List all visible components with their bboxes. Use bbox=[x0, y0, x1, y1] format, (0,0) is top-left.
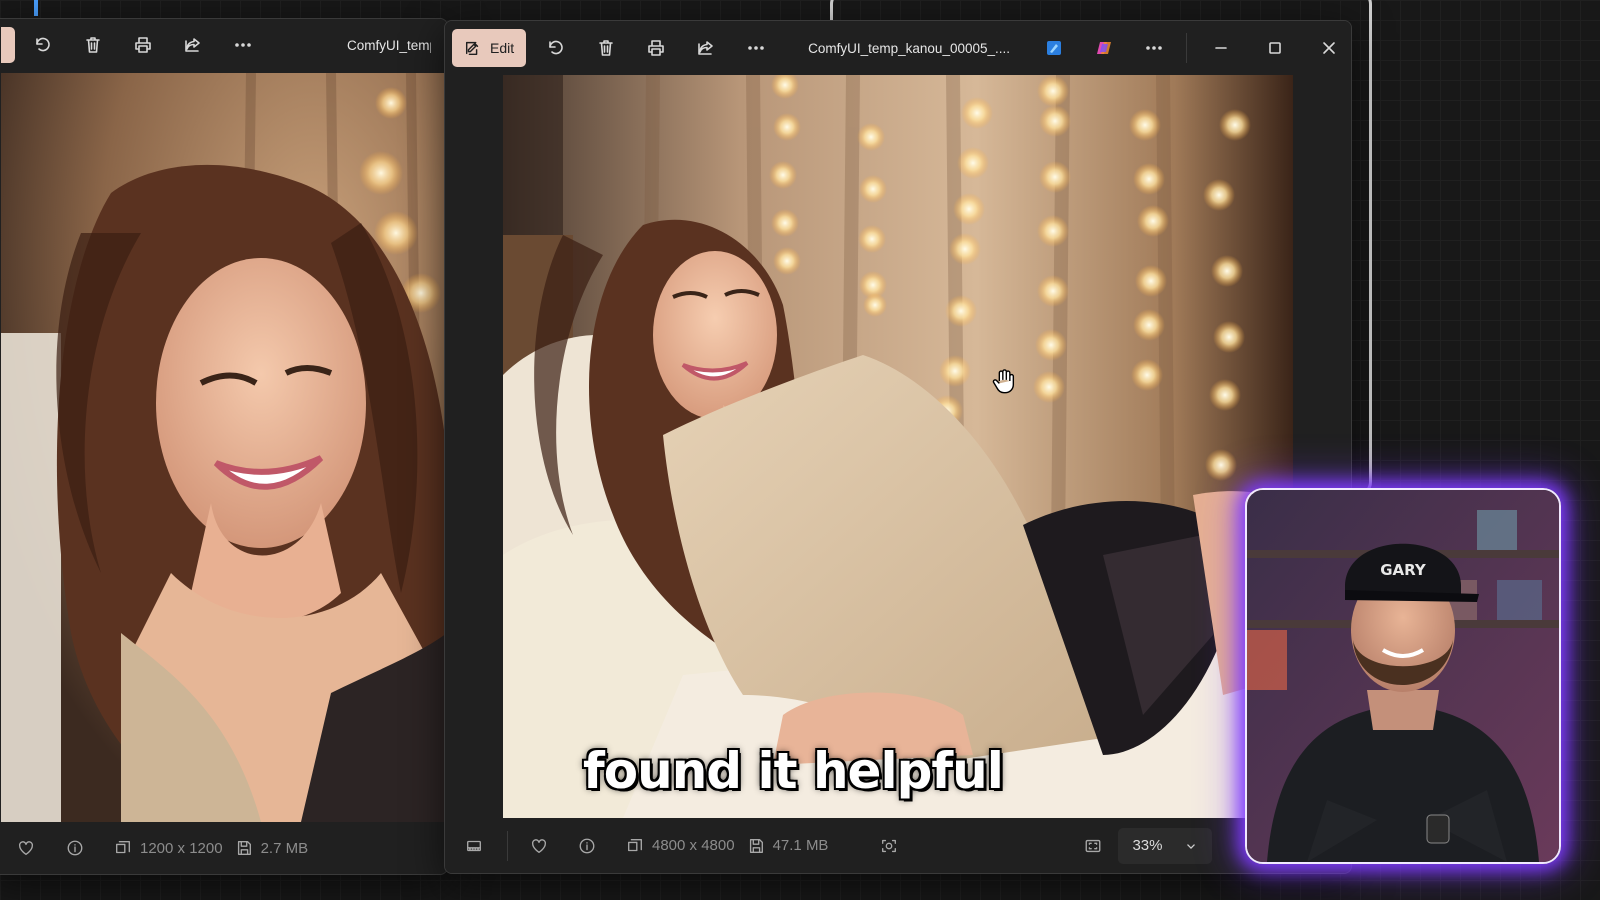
print-icon bbox=[135, 37, 151, 53]
disk-icon bbox=[745, 835, 767, 857]
cap-text: GARY bbox=[1380, 561, 1427, 579]
delete-button[interactable] bbox=[584, 30, 628, 66]
left-file-size: 2.7 MB bbox=[260, 839, 309, 857]
main-statusbar: 4800 x 4800 47.1 MB 33% bbox=[445, 818, 1351, 873]
main-file-size: 47.1 MB bbox=[772, 837, 829, 854]
image-size-icon bbox=[112, 837, 134, 859]
main-toolbar: Edit ComfyUI_temp_kanou_00005_.... bbox=[445, 21, 1351, 75]
info-icon bbox=[67, 840, 83, 856]
maximize-icon bbox=[1269, 42, 1281, 54]
disk-icon bbox=[233, 837, 255, 859]
rotate-button[interactable] bbox=[21, 27, 65, 63]
left-toolbar: ComfyUI_temp bbox=[0, 19, 447, 71]
fit-screen-button[interactable] bbox=[1082, 835, 1104, 857]
filmstrip-icon bbox=[467, 840, 481, 851]
share-button[interactable] bbox=[684, 30, 728, 66]
chevron-down-icon bbox=[1187, 843, 1196, 849]
trash-icon bbox=[86, 37, 100, 53]
toolbar-divider bbox=[1186, 33, 1187, 63]
info-icon bbox=[579, 838, 595, 853]
left-dimensions: 1200 x 1200 bbox=[140, 839, 223, 857]
face-scan-icon bbox=[882, 839, 897, 852]
left-statusbar: 1200 x 1200 2.7 MB bbox=[0, 822, 447, 874]
more-button[interactable] bbox=[734, 30, 778, 66]
webcam-overlay: GARY bbox=[1245, 488, 1561, 864]
more-options-button[interactable] bbox=[1132, 30, 1176, 66]
portrait-photo-reclining bbox=[503, 75, 1293, 818]
left-photo-window: ComfyUI_temp 1200 x 1200 2.7 MB bbox=[0, 18, 448, 875]
zoom-dropdown[interactable]: 33% bbox=[1118, 827, 1213, 864]
zoom-value: 33% bbox=[1132, 837, 1163, 854]
edit-label: Edit bbox=[490, 40, 515, 56]
favorite-button[interactable] bbox=[15, 837, 37, 859]
fit-screen-icon bbox=[1086, 839, 1101, 852]
minimize-button[interactable] bbox=[1199, 30, 1243, 66]
hand-cursor-icon bbox=[992, 369, 1015, 394]
trash-icon bbox=[599, 40, 613, 56]
rotate-button[interactable] bbox=[534, 30, 578, 66]
more-icon bbox=[235, 43, 251, 47]
close-button[interactable] bbox=[1307, 30, 1351, 66]
share-icon bbox=[185, 38, 200, 52]
share-button[interactable] bbox=[171, 27, 215, 63]
more-button[interactable] bbox=[221, 27, 265, 63]
heart-icon bbox=[532, 838, 546, 853]
filmstrip-button[interactable] bbox=[463, 835, 485, 857]
edit-button[interactable]: Edit bbox=[452, 29, 527, 67]
heart-icon bbox=[19, 841, 33, 855]
main-photo bbox=[503, 75, 1293, 818]
left-photo bbox=[1, 73, 447, 822]
info-button[interactable] bbox=[576, 835, 598, 857]
share-icon bbox=[698, 41, 713, 55]
more-icon bbox=[748, 46, 764, 50]
copilot-icon bbox=[1097, 42, 1112, 54]
close-icon bbox=[1323, 42, 1335, 54]
rotate-icon bbox=[36, 37, 50, 52]
main-dimensions: 4800 x 4800 bbox=[652, 837, 735, 854]
main-window-title: ComfyUI_temp_kanou_00005_.... bbox=[808, 40, 1010, 56]
minimize-icon bbox=[1215, 47, 1227, 49]
designer-button[interactable] bbox=[1032, 30, 1076, 66]
edit-icon bbox=[465, 41, 479, 56]
favorite-button[interactable] bbox=[528, 835, 550, 857]
video-caption: found it helpful bbox=[583, 742, 1004, 800]
copilot-button[interactable] bbox=[1082, 30, 1126, 66]
designer-icon bbox=[1047, 41, 1062, 55]
image-size-icon bbox=[624, 835, 646, 857]
presenter-webcam-feed: GARY bbox=[1247, 490, 1559, 862]
print-button[interactable] bbox=[634, 30, 678, 66]
face-scan-button[interactable] bbox=[878, 835, 900, 857]
rotate-icon bbox=[549, 40, 563, 55]
statusbar-divider bbox=[507, 830, 508, 861]
left-edit-button-partial[interactable] bbox=[1, 27, 15, 63]
delete-button[interactable] bbox=[71, 27, 115, 63]
portrait-photo-closeup bbox=[1, 73, 447, 822]
more-icon bbox=[1146, 46, 1162, 50]
print-icon bbox=[648, 40, 664, 56]
info-button[interactable] bbox=[64, 837, 86, 859]
left-window-title: ComfyUI_temp bbox=[347, 37, 431, 53]
maximize-button[interactable] bbox=[1253, 30, 1297, 66]
background-accent-line bbox=[34, 0, 38, 16]
print-button[interactable] bbox=[121, 27, 165, 63]
